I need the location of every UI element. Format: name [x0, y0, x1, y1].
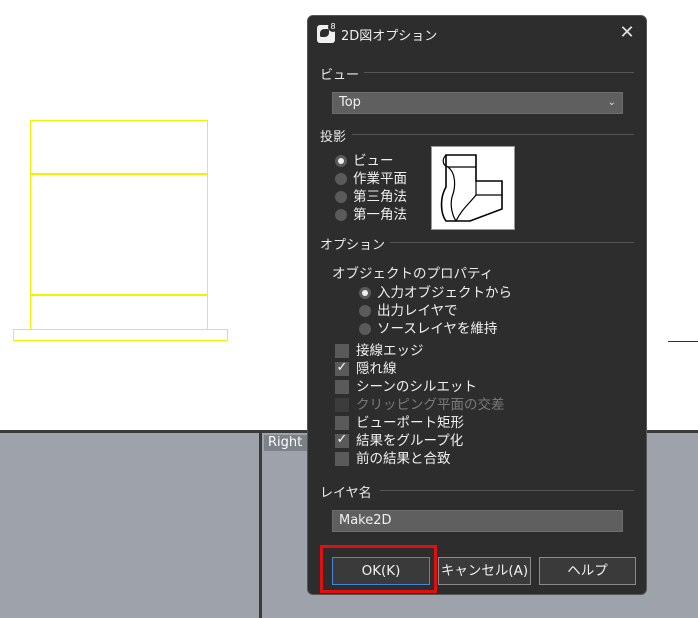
radio-button[interactable] — [359, 287, 371, 299]
checkbox[interactable]: ✓ — [335, 360, 349, 376]
drawing-rect-lower — [30, 294, 208, 330]
checkmark-icon: ✓ — [336, 432, 348, 447]
view-section-heading: ビュー — [320, 68, 360, 83]
bottom-left-viewport[interactable] — [0, 433, 259, 618]
checkbox[interactable] — [335, 452, 349, 466]
radio-label: 第一角法 — [353, 207, 407, 223]
projection-section-heading: 投影 — [320, 130, 347, 145]
checkbox[interactable] — [335, 380, 349, 394]
checkbox[interactable]: ✓ — [335, 432, 349, 448]
radio-label: ビュー — [353, 153, 394, 169]
radio-label: 作業平面 — [353, 171, 407, 187]
checkbox-label: クリッピング平面の交差 — [356, 397, 505, 413]
radio-label: 第三角法 — [353, 189, 407, 205]
checkbox[interactable] — [335, 416, 349, 430]
drawing-rect-upper — [30, 120, 208, 175]
drawing-line — [668, 341, 698, 342]
layer-name-input[interactable]: Make2D — [332, 510, 623, 532]
projection-section-divider — [352, 134, 634, 135]
checkbox-label: 接線エッジ — [356, 343, 424, 359]
view-select[interactable]: Top ⌄ — [332, 92, 623, 114]
projection-shape-icon — [440, 154, 503, 222]
checkbox-label: シーンのシルエット — [356, 379, 477, 395]
drawing-rect-base — [13, 329, 228, 341]
rhino-horn-shape — [320, 29, 329, 37]
radio-label: ソースレイヤを維持 — [377, 321, 498, 337]
layer-name-divider — [380, 490, 634, 491]
dialog-titlebar[interactable]: 8 2D図オプション ✕ — [308, 16, 646, 50]
cancel-button[interactable]: キャンセル(A) — [438, 557, 531, 585]
view-section-divider — [364, 72, 634, 73]
help-button[interactable]: ヘルプ — [539, 557, 636, 585]
close-icon[interactable]: ✕ — [616, 22, 638, 44]
rhino-app-icon: 8 — [317, 22, 338, 43]
checkbox[interactable] — [335, 344, 349, 358]
checkbox-label: 隠れ線 — [356, 361, 397, 377]
radio-button[interactable] — [335, 209, 347, 221]
options-section-divider — [390, 242, 634, 243]
radio-button[interactable] — [335, 191, 347, 203]
checkbox — [335, 398, 349, 412]
checkbox-label: 結果をグループ化 — [356, 433, 464, 449]
drawing-rect-middle — [30, 173, 208, 296]
ok-button-highlight — [320, 545, 437, 593]
projection-preview-image — [431, 146, 515, 230]
view-select-value: Top — [339, 95, 361, 110]
radio-label: 入力オブジェクトから — [377, 285, 512, 301]
checkbox-label: ビューポート矩形 — [356, 415, 464, 431]
radio-button[interactable] — [359, 305, 371, 317]
options-section-heading: オプション — [320, 238, 386, 253]
layer-name-heading: レイヤ名 — [320, 486, 372, 501]
radio-button[interactable] — [335, 155, 347, 167]
object-properties-heading: オブジェクトのプロパティ — [332, 266, 494, 282]
radio-label: 出力レイヤで — [377, 303, 458, 319]
checkbox-label: 前の結果と合致 — [356, 451, 451, 467]
version-badge: 8 — [328, 22, 338, 32]
make2d-options-dialog: 8 2D図オプション ✕ ビュー Top ⌄ 投影 ビュー 作業平面 第三角法 … — [307, 15, 647, 595]
dialog-title: 2D図オプション — [341, 29, 438, 44]
radio-button[interactable] — [359, 323, 371, 335]
chevron-down-icon: ⌄ — [607, 97, 616, 108]
radio-button[interactable] — [335, 173, 347, 185]
checkmark-icon: ✓ — [336, 360, 348, 375]
